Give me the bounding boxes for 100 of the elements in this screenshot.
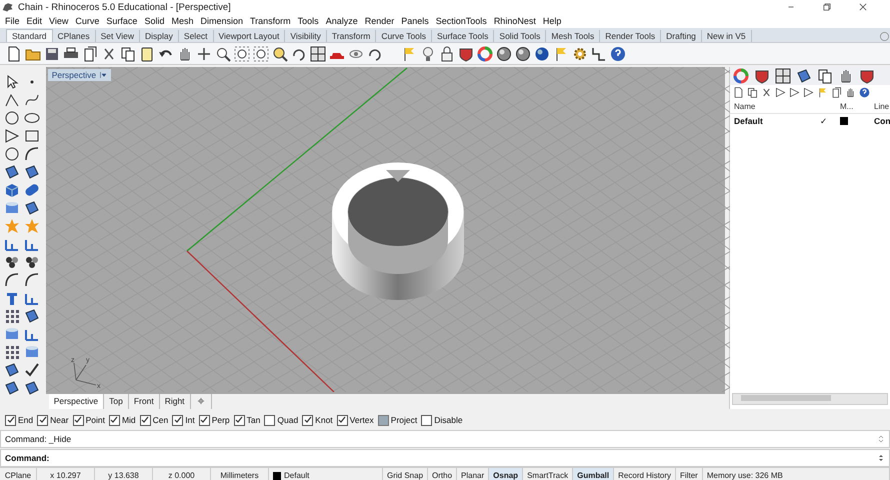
circle-icon[interactable] <box>4 110 20 126</box>
arc-icon[interactable] <box>24 272 40 288</box>
text-icon[interactable] <box>4 290 20 306</box>
osnap-toggle[interactable] <box>421 414 432 426</box>
page-icon[interactable] <box>831 86 842 98</box>
check-icon[interactable] <box>24 362 40 378</box>
scroll-arrows-icon[interactable] <box>877 433 885 445</box>
ellipse-icon[interactable] <box>24 110 40 126</box>
menu-item[interactable]: File <box>2 16 24 26</box>
layer-color-swatch[interactable] <box>273 472 281 480</box>
viewport-label[interactable]: Perspective <box>48 69 112 81</box>
toolbar-tab[interactable]: Solid Tools <box>494 30 546 42</box>
add-viewport-icon[interactable] <box>196 396 206 406</box>
help-icon[interactable] <box>859 86 870 98</box>
copy-icon[interactable] <box>747 86 758 98</box>
zoom-window-icon[interactable] <box>253 46 269 62</box>
osnap-checkbox[interactable] <box>302 414 314 426</box>
osnap-checkbox[interactable] <box>72 414 84 426</box>
toolbar-tab[interactable]: Standard <box>6 29 52 42</box>
osnap-checkbox[interactable] <box>172 414 184 426</box>
toolbar-tab[interactable]: Transform <box>326 30 376 42</box>
osnap-checkbox[interactable] <box>108 414 120 426</box>
curve-icon[interactable] <box>24 92 40 108</box>
menu-item[interactable]: View <box>46 16 72 26</box>
gear-icon[interactable] <box>572 46 588 62</box>
box-icon[interactable] <box>4 182 20 198</box>
page-icon[interactable] <box>82 46 98 62</box>
restore-icon[interactable] <box>822 2 832 12</box>
osnap-checkbox[interactable] <box>234 414 245 426</box>
osnap-checkbox[interactable] <box>5 414 16 426</box>
triangle-icon[interactable] <box>775 86 786 98</box>
osnap-checkbox[interactable] <box>264 414 276 426</box>
surface-icon[interactable] <box>4 362 20 378</box>
spinner-icon[interactable] <box>877 452 885 464</box>
triangle-icon[interactable] <box>803 86 814 98</box>
rhino-logo-icon[interactable] <box>2 1 14 13</box>
hand-icon[interactable] <box>845 86 856 98</box>
bulb-icon[interactable] <box>420 46 436 62</box>
surface-icon[interactable] <box>4 380 20 396</box>
menu-item[interactable]: SectionTools <box>432 16 491 26</box>
sphere-icon[interactable] <box>534 46 550 62</box>
status-toggle[interactable]: Gumball <box>573 468 614 480</box>
new-document-icon[interactable] <box>6 46 22 62</box>
color-wheel-icon[interactable] <box>733 68 749 84</box>
surface-icon[interactable] <box>24 380 40 396</box>
magnifier-icon[interactable] <box>215 46 231 62</box>
rectangle-icon[interactable] <box>24 128 40 144</box>
clipboard-icon[interactable] <box>139 46 155 62</box>
four-viewports-icon[interactable] <box>775 68 791 84</box>
menu-item[interactable]: Help <box>540 16 566 26</box>
move-icon[interactable] <box>196 46 212 62</box>
dropdown-icon[interactable] <box>99 71 108 79</box>
layer-name[interactable]: Default <box>734 116 804 126</box>
toolbar-tab[interactable]: New in V5 <box>702 30 752 42</box>
zoom-selected-icon[interactable] <box>272 46 288 62</box>
toolbar-tab[interactable]: Curve Tools <box>376 30 432 42</box>
toolbar-tab[interactable]: Mesh Tools <box>546 30 600 42</box>
polyline-icon[interactable] <box>4 92 20 108</box>
toolbar-tab[interactable]: CPlanes <box>52 30 96 42</box>
toolbar-tab[interactable]: Select <box>178 30 214 42</box>
menu-item[interactable]: Dimension <box>197 16 247 26</box>
toolbar-tab[interactable]: Surface Tools <box>432 30 494 42</box>
menu-item[interactable]: Transform <box>247 16 295 26</box>
toolbar-tab[interactable]: Viewport Layout <box>214 30 286 42</box>
path-icon[interactable] <box>591 46 607 62</box>
toolbar-tab[interactable]: Set View <box>96 30 140 42</box>
sphere-icon[interactable] <box>496 46 512 62</box>
status-toggle[interactable]: Filter <box>676 468 703 480</box>
close-icon[interactable] <box>858 2 868 12</box>
menu-item[interactable]: Edit <box>24 16 46 26</box>
surface-icon[interactable] <box>4 164 20 180</box>
toolbar-tab[interactable]: Display <box>140 30 179 42</box>
menu-item[interactable]: Mesh <box>168 16 198 26</box>
status-toggle[interactable]: Grid Snap <box>383 468 428 480</box>
circle-icon[interactable] <box>4 146 20 162</box>
current-layer[interactable]: Default <box>284 471 310 480</box>
osnap-checkbox[interactable] <box>140 414 151 426</box>
status-toggle[interactable]: Osnap <box>489 468 524 480</box>
menu-item[interactable]: Surface <box>103 16 142 26</box>
toolbar-tab[interactable]: Drafting <box>661 30 702 42</box>
osnap-toggle[interactable] <box>378 414 389 426</box>
array-icon[interactable] <box>4 344 20 360</box>
horizontal-scrollbar[interactable] <box>732 393 888 405</box>
surface-icon[interactable] <box>796 68 812 84</box>
menu-item[interactable]: Tools <box>294 16 323 26</box>
menu-item[interactable]: Render <box>362 16 398 26</box>
viewport-tab[interactable]: Right <box>160 394 191 409</box>
surface-icon[interactable] <box>24 164 40 180</box>
copy-icon[interactable] <box>120 46 136 62</box>
arc-icon[interactable] <box>4 272 20 288</box>
menu-item[interactable]: Analyze <box>322 16 362 26</box>
layer-color-swatch[interactable] <box>840 117 848 125</box>
sphere-icon[interactable] <box>515 46 531 62</box>
cut-icon[interactable] <box>761 86 772 98</box>
four-viewports-icon[interactable] <box>310 46 326 62</box>
triangle-icon[interactable] <box>4 128 20 144</box>
viewport-tab[interactable]: Front <box>128 394 160 409</box>
menu-item[interactable]: Solid <box>141 16 168 26</box>
triangle-icon[interactable] <box>789 86 800 98</box>
surface-icon[interactable] <box>24 200 40 216</box>
